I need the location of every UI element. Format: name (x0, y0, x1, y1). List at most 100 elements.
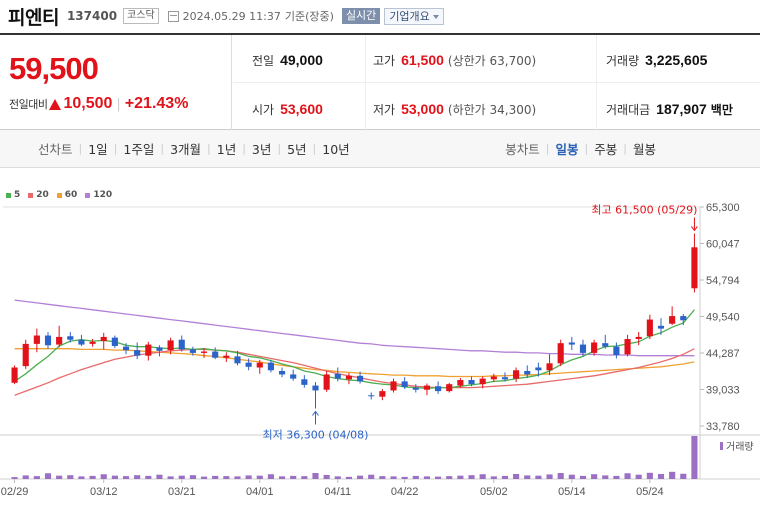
amount-cell: 거래대금 187,907 백만 (606, 99, 733, 119)
volume-bar (479, 474, 486, 479)
volume-bar (100, 474, 107, 479)
volume-bar (635, 474, 642, 479)
candle-body (334, 373, 341, 379)
candle-body (501, 377, 509, 380)
high-cell: 고가 61,500 (상한가 63,700) (373, 50, 536, 70)
candle-body (134, 350, 141, 356)
candle-body (145, 344, 152, 356)
volume-bar (212, 475, 219, 479)
price-summary: 59,500 전일대비 10,500 | +21.43% 전일 49,000 시… (0, 33, 760, 130)
candlestick-chart[interactable]: 65,300 60,047 54,794 49,540 44,287 39,033 33,7… (0, 196, 760, 510)
prev-close-value: 49,000 (280, 52, 323, 68)
candle-weekly[interactable]: 주봉 (588, 139, 623, 158)
volume-bar (357, 475, 364, 479)
candle-body (89, 341, 96, 344)
volume-bar (245, 475, 252, 479)
volume-legend-swatch (720, 442, 723, 450)
candle-monthly[interactable]: 월봉 (627, 139, 662, 158)
quote-datetime: 2024.05.29 11:37 (182, 9, 281, 23)
y-tick-label: 54,794 (706, 275, 740, 287)
change-value: 10,500 (63, 95, 113, 112)
x-tick-label: 05/24 (636, 486, 664, 498)
realtime-button[interactable]: 실시간 (341, 8, 381, 24)
prev-close-label: 전일 (252, 53, 275, 68)
candle-body (200, 351, 208, 353)
period-1d[interactable]: 1일 (82, 139, 113, 158)
volume-bar (234, 476, 241, 479)
candle-body (189, 349, 196, 353)
line-chart-label: 선차트 (38, 142, 73, 157)
volume-bar (602, 475, 609, 479)
candle-body (178, 339, 185, 350)
candle-body (468, 380, 475, 385)
candle-body (22, 343, 29, 367)
volume-bar (11, 477, 18, 479)
stock-name: 피엔티 (8, 6, 59, 29)
volume-bar (591, 474, 598, 479)
volume-bar (301, 476, 308, 479)
up-arrow-icon (49, 98, 62, 110)
period-3m[interactable]: 3개월 (164, 139, 207, 158)
high-value: 61,500 (401, 52, 444, 68)
candle-body (613, 346, 620, 355)
candle-body (390, 381, 397, 391)
period-1w[interactable]: 1주일 (117, 139, 160, 158)
calendar-icon (167, 10, 179, 22)
volume-bar (56, 475, 63, 479)
candle-body (635, 336, 642, 340)
change-label: 전일대비 (9, 98, 48, 111)
period-10y[interactable]: 10년 (316, 139, 355, 158)
candle-body (234, 356, 241, 364)
candle-body (401, 381, 408, 387)
quote-basis: 기준(장중) (284, 10, 334, 23)
candle-body (379, 391, 386, 397)
volume-bar (423, 476, 431, 479)
candle-body (423, 385, 431, 390)
candle-body (122, 346, 130, 351)
low-value: 53,000 (401, 101, 444, 117)
low-label: 저가 (373, 102, 396, 117)
low-cell: 저가 53,000 (하한가 34,300) (373, 99, 536, 119)
candle-body (435, 386, 442, 392)
period-toolbar: 선차트 | 1일 | 1주일 | 3개월 | 1년 | 3년 | 5년 | 10… (0, 130, 760, 168)
y-tick-label: 44,287 (706, 348, 740, 360)
lower-limit: (하한가 34,300) (447, 102, 537, 117)
candle-body (691, 247, 698, 289)
period-1y[interactable]: 1년 (211, 139, 242, 158)
candle-body (579, 344, 587, 353)
x-tick-label: 04/11 (324, 486, 351, 498)
candle-body (557, 343, 564, 364)
volume-bar (368, 474, 375, 479)
candle-body (290, 374, 297, 379)
company-info-dropdown[interactable]: 기업개요 (384, 7, 444, 25)
candle-body (524, 370, 531, 375)
volume-label: 거래량 (606, 53, 640, 68)
period-3y[interactable]: 3년 (246, 139, 277, 158)
candle-body (368, 395, 375, 397)
volume-bar (490, 476, 497, 479)
volume-bar (334, 476, 341, 479)
volume-bar (557, 473, 564, 479)
current-price: 59,500 (9, 51, 99, 86)
volume-bar (468, 475, 475, 479)
period-5y[interactable]: 5년 (281, 139, 312, 158)
candle-body (67, 336, 74, 340)
volume-bar (323, 474, 330, 479)
volume-bar (412, 475, 419, 479)
amount-unit: 백만 (710, 102, 733, 117)
volume-bar (613, 475, 620, 479)
volume-bar (33, 476, 40, 479)
candle-body (56, 336, 63, 345)
stock-header: 피엔티 137400 코스닥 2024.05.29 11:37 기준(장중) 실… (0, 0, 760, 32)
y-tick-label: 65,300 (706, 202, 740, 214)
x-tick-label: 03/12 (90, 486, 118, 498)
candle-body (479, 378, 486, 385)
candle-daily[interactable]: 일봉 (550, 139, 585, 158)
volume-bar (156, 474, 163, 479)
change-row: 전일대비 10,500 | +21.43% (9, 95, 188, 113)
current-price-box: 59,500 전일대비 10,500 | +21.43% (0, 35, 232, 130)
candle-body (646, 319, 653, 337)
volume-bar (78, 476, 85, 479)
candle-body (513, 370, 520, 379)
volume-bar (546, 474, 553, 479)
